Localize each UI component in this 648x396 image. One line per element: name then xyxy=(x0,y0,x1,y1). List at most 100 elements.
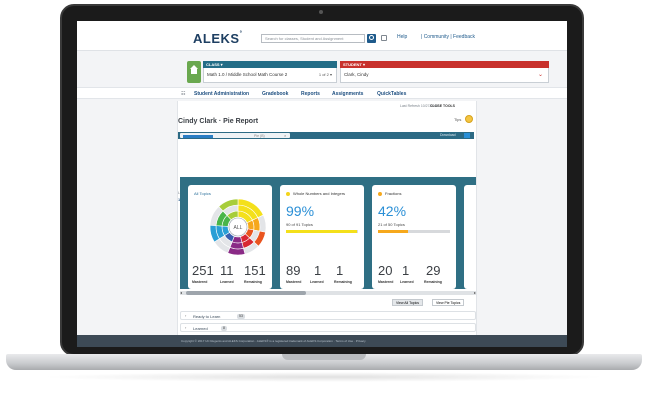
grid-menu-icon[interactable]: ☷ xyxy=(181,91,185,97)
view-all-topics-button[interactable]: View All Topics xyxy=(392,299,424,306)
class-dropdown[interactable]: CLASS ▾ Math 1.0 / Middle School Math Co… xyxy=(203,61,337,83)
page-title: Cindy Clark · Pie Report xyxy=(178,118,259,125)
topics-count: 21 of 50 Topics xyxy=(378,222,405,227)
class-pager[interactable]: 1 of 2 ▾ xyxy=(319,72,332,77)
card-title: Whole Numbers and Integers xyxy=(286,191,345,196)
count-badge: 53 xyxy=(237,314,245,319)
student-header: STUDENT ▾ xyxy=(340,61,549,68)
footer-text: Copyright © 2017 UC Regents and ALEKS Co… xyxy=(181,339,366,343)
card-title: All Topics xyxy=(194,191,211,196)
fractions-card[interactable]: Fractions 42% 21 of 50 Topics 20 1 29 Ma… xyxy=(372,185,456,289)
progress-bar xyxy=(286,230,358,233)
card-title-text: Fractions xyxy=(385,191,402,196)
all-topics-card[interactable]: All Topics ALL 251 11 151 Mastered Learn… xyxy=(188,185,272,289)
download-button[interactable]: Download xyxy=(440,133,456,137)
topics-pie-chart[interactable]: ALL xyxy=(208,197,268,257)
progress-fill xyxy=(286,230,358,233)
category-dot xyxy=(378,191,382,196)
scroll-left-icon[interactable]: ◂ xyxy=(180,290,182,295)
lightbulb-icon[interactable] xyxy=(465,115,473,123)
top-links[interactable]: | Community | Feedback xyxy=(421,34,475,40)
remaining-label: Remaining xyxy=(244,280,262,284)
laptop-notch xyxy=(282,354,366,360)
screen: ALEKS° Search for classes, Student and A… xyxy=(77,21,567,347)
learned-count: 11 xyxy=(220,263,234,278)
report-progress xyxy=(183,135,213,138)
report-selector-label: Pie (B) xyxy=(254,134,265,138)
class-value[interactable]: Math 1.0 / Middle School Math Course 2 1… xyxy=(203,68,337,83)
close-tools-button[interactable]: CLOSE TOOLS xyxy=(430,104,455,108)
nav-reports[interactable]: Reports xyxy=(301,91,320,97)
class-student-selector: CLASS ▾ Math 1.0 / Middle School Math Co… xyxy=(187,61,551,83)
class-header: CLASS ▾ xyxy=(203,61,337,68)
help-link[interactable]: Help xyxy=(397,34,407,40)
aleks-logo[interactable]: ALEKS° xyxy=(193,31,242,46)
mastered-count: 251 xyxy=(192,263,214,278)
nav-quicktables[interactable]: QuickTables xyxy=(377,91,406,97)
chevron-right-icon: › xyxy=(185,313,187,318)
student-value[interactable]: Clark, Cindy ⌄ xyxy=(340,68,549,83)
main-nav: ☷ Student Administration Gradebook Repor… xyxy=(77,87,567,99)
logo-text: ALEKS xyxy=(193,31,240,46)
view-pie-topics-button[interactable]: View Pie Topics xyxy=(432,299,465,306)
learned-label: Learned xyxy=(400,280,414,284)
mastered-label: Mastered xyxy=(286,280,302,284)
percent-complete: 42% xyxy=(378,203,407,219)
search-icon[interactable] xyxy=(367,34,376,43)
remaining-label: Remaining xyxy=(334,280,352,284)
report-selector[interactable]: Pie (B) × xyxy=(180,133,290,138)
learned-label: Learned xyxy=(220,280,234,284)
mastered-count: 20 xyxy=(378,263,393,278)
remaining-label: Remaining xyxy=(424,280,442,284)
percent-complete: 99% xyxy=(286,203,315,219)
page-footer: Copyright © 2017 UC Regents and ALEKS Co… xyxy=(77,335,567,347)
search-input[interactable]: Search for classes, Student and Assignme… xyxy=(261,34,365,43)
progress-fill xyxy=(378,230,409,233)
pie-cards-strip: All Topics ALL 251 11 151 Mastered Learn… xyxy=(180,177,476,289)
learned-label: Learned xyxy=(310,280,324,284)
topics-count: 90 of 91 Topics xyxy=(286,222,313,227)
chevron-down-icon[interactable]: ⌄ xyxy=(538,71,543,78)
notification-icon[interactable] xyxy=(381,35,387,41)
card-title-text: Whole Numbers and Integers xyxy=(293,191,346,196)
student-dropdown[interactable]: STUDENT ▾ Clark, Cindy ⌄ xyxy=(340,61,549,83)
accordion-learned[interactable]: › Learned 8 xyxy=(180,323,476,332)
mastered-count: 89 xyxy=(286,263,301,278)
top-header: ALEKS° Search for classes, Student and A… xyxy=(77,21,567,51)
remaining-count: 29 xyxy=(426,263,441,278)
scroll-right-icon[interactable]: ▸ xyxy=(474,290,476,295)
webcam xyxy=(319,10,323,14)
remaining-count: 151 xyxy=(244,263,266,278)
next-card-peek[interactable] xyxy=(464,185,476,289)
card-title: Fractions xyxy=(378,191,401,196)
accordion-label: Ready to Learn xyxy=(193,314,221,319)
laptop-shadow xyxy=(40,372,608,382)
home-icon[interactable] xyxy=(187,61,201,83)
nav-gradebook[interactable]: Gradebook xyxy=(262,91,288,97)
logo-mark: ° xyxy=(239,31,243,37)
scroll-thumb[interactable] xyxy=(186,291,306,295)
chevron-right-icon: › xyxy=(185,325,187,330)
report-toolbar: Pie (B) × Download xyxy=(178,132,474,139)
learned-count: 1 xyxy=(402,263,410,278)
accordion-ready-to-learn[interactable]: › Ready to Learn 53 xyxy=(180,311,476,320)
pie-center-label: ALL xyxy=(234,225,243,231)
remaining-count: 1 xyxy=(336,263,344,278)
learned-count: 1 xyxy=(314,263,322,278)
progress-bar xyxy=(378,230,450,233)
close-icon[interactable]: × xyxy=(284,133,286,138)
nav-assignments[interactable]: Assignments xyxy=(332,91,363,97)
student-stats: Last Login Enroll Date Hours per Week To… xyxy=(178,142,478,202)
whole-numbers-card[interactable]: Whole Numbers and Integers 99% 90 of 91 … xyxy=(280,185,364,289)
tips-label[interactable]: Tips xyxy=(454,117,461,122)
accordion-label: Learned xyxy=(193,326,208,331)
laptop-mockup: ALEKS° Search for classes, Student and A… xyxy=(0,0,648,396)
mastered-label: Mastered xyxy=(378,280,394,284)
horizontal-scrollbar[interactable]: ◂ ▸ xyxy=(180,290,476,295)
nav-student-administration[interactable]: Student Administration xyxy=(194,91,249,97)
student-name: Clark, Cindy xyxy=(344,72,369,77)
count-badge: 8 xyxy=(221,326,227,331)
class-name: Math 1.0 / Middle School Math Course 2 xyxy=(207,72,288,77)
report-panel: Last Refresh 10/27/2016 CLOSE TOOLS Cind… xyxy=(177,101,477,347)
download-icon[interactable] xyxy=(464,133,470,138)
